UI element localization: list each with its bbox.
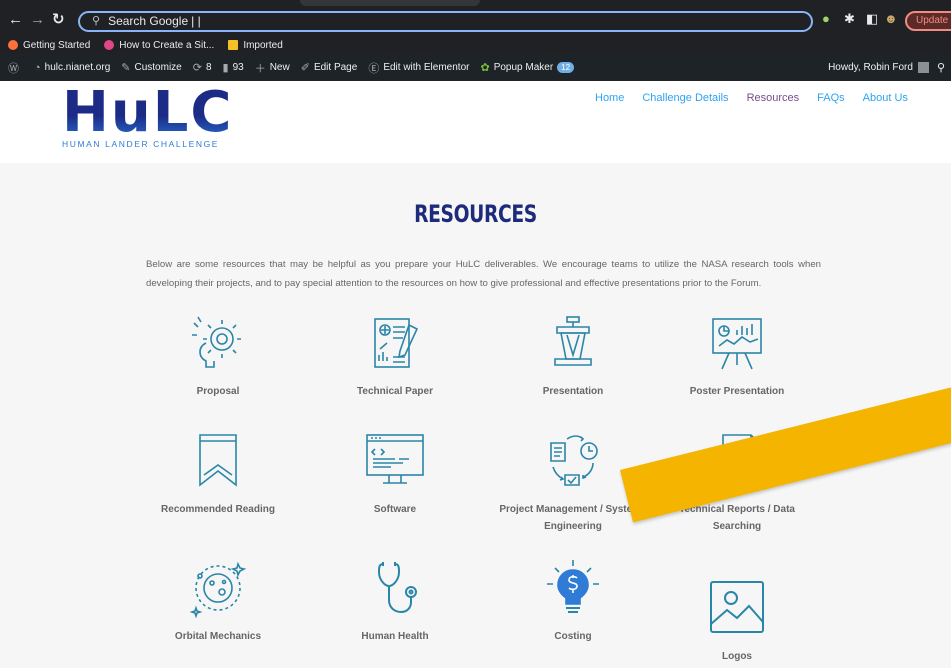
popup-maker-icon: ✿ [480, 62, 490, 74]
bookmark-icon [199, 434, 237, 487]
site-name-link[interactable]: ◔ hulc.nianet.org [34, 62, 110, 74]
popup-maker-link[interactable]: ✿ Popup Maker 12 [480, 61, 575, 74]
resource-poster-presentation[interactable]: Poster Presentation [657, 313, 817, 400]
site-logo[interactable]: HuLC HUMAN LANDER CHALLENGE [62, 80, 234, 150]
nav-resources[interactable]: Resources [747, 92, 800, 104]
image-icon [710, 581, 764, 633]
updates-icon: ⟳ [192, 62, 202, 74]
nav-faqs[interactable]: FAQs [817, 92, 845, 104]
brush-icon: ✎ [121, 62, 131, 74]
resource-presentation[interactable]: Presentation [493, 313, 653, 400]
forward-arrow-icon[interactable]: → [30, 12, 45, 28]
logo-wordmark: HuLC [62, 80, 234, 145]
address-bar-text: Search Google [108, 14, 189, 28]
puzzle-icon[interactable]: ✱ [844, 12, 855, 26]
edit-page-link[interactable]: ✐ Edit Page [301, 61, 358, 74]
resource-costing[interactable]: Costing [493, 558, 653, 645]
resource-proposal[interactable]: Proposal [138, 313, 298, 400]
comments-link[interactable]: ▮ 93 [223, 61, 244, 74]
resource-human-health[interactable]: Human Health [315, 558, 475, 645]
resource-orbital-mechanics[interactable]: Orbital Mechanics [138, 558, 298, 645]
extension-globe-icon[interactable]: ● [822, 12, 830, 26]
resource-software[interactable]: Software [315, 431, 475, 518]
resource-technical-paper[interactable]: Technical Paper [315, 313, 475, 400]
main-nav: Home Challenge Details Resources FAQs Ab… [595, 92, 926, 104]
bookmarks-bar: Getting Started How to Create a Sit... I… [0, 36, 951, 54]
wp-admin-bar: Ⓦ ◔ hulc.nianet.org ✎ Customize ⟳ 8 ▮ 93 ＋ Ne… [0, 54, 951, 81]
dashboard-icon: ◔ [34, 61, 41, 74]
folder-icon [228, 40, 239, 50]
bookmark-how-to-create[interactable]: How to Create a Sit... [104, 40, 214, 51]
update-button[interactable]: Update [905, 11, 951, 31]
customize-link[interactable]: ✎ Customize [121, 61, 181, 74]
text-cursor: | | [191, 14, 201, 28]
gear-bulb-icon [192, 316, 241, 368]
sidebar-icon[interactable]: ◧ [866, 12, 878, 26]
poster-easel-icon [712, 318, 762, 370]
dollar-bulb-icon [547, 560, 599, 613]
search-icon[interactable]: ⚲ [937, 61, 945, 74]
page-title: RESOURCES [414, 200, 537, 228]
back-arrow-icon[interactable]: ← [8, 12, 23, 28]
reload-icon[interactable]: ↻ [52, 12, 65, 28]
orbit-planet-icon [189, 561, 247, 618]
plus-icon: ＋ [254, 62, 266, 75]
comment-icon: ▮ [222, 62, 229, 74]
resource-recommended-reading[interactable]: Recommended Reading [138, 431, 298, 518]
code-monitor-icon [366, 434, 424, 484]
wordpress-icon: Ⓦ [8, 62, 19, 75]
elementor-icon: Ⓔ [368, 62, 380, 75]
podium-icon [554, 316, 592, 366]
stethoscope-icon [377, 562, 417, 614]
nav-challenge-details[interactable]: Challenge Details [642, 92, 728, 104]
bookmark-imported[interactable]: Imported [228, 40, 283, 51]
browser-toolbar: ← → ↻ ⚲ Search Google | | ● ✱ ◧ ☻ Update [0, 0, 951, 36]
popup-count-badge: 12 [557, 62, 575, 73]
workflow-cycle-icon [550, 435, 598, 486]
intro-paragraph: Below are some resources that may be hel… [146, 259, 821, 289]
updates-link[interactable]: ⟳ 8 [193, 61, 212, 74]
account-menu[interactable]: Howdy, Robin Ford ⚲ [828, 54, 945, 81]
nav-home[interactable]: Home [595, 92, 624, 104]
logo-tagline: HUMAN LANDER CHALLENGE [62, 139, 220, 149]
site-icon [104, 40, 115, 50]
site-header: HuLC HUMAN LANDER CHALLENGE Home Challen… [0, 81, 951, 163]
profile-avatar-icon[interactable]: ☻ [884, 12, 898, 26]
firefox-icon [8, 40, 18, 50]
active-tab-edge[interactable] [300, 0, 480, 6]
technical-paper-icon [374, 318, 419, 368]
pencil-icon: ✐ [300, 62, 310, 74]
elementor-link[interactable]: Ⓔ Edit with Elementor [368, 60, 469, 76]
address-bar[interactable]: ⚲ Search Google | | [78, 11, 813, 32]
bookmark-getting-started[interactable]: Getting Started [8, 40, 90, 51]
search-icon: ⚲ [92, 15, 101, 27]
avatar [917, 62, 929, 73]
main-content: RESOURCES Below are some resources that … [0, 163, 951, 668]
nav-about-us[interactable]: About Us [863, 92, 908, 104]
new-content-link[interactable]: ＋ New [255, 60, 290, 76]
wordpress-menu[interactable]: Ⓦ [8, 60, 23, 76]
resource-logos[interactable]: Logos [657, 578, 817, 665]
